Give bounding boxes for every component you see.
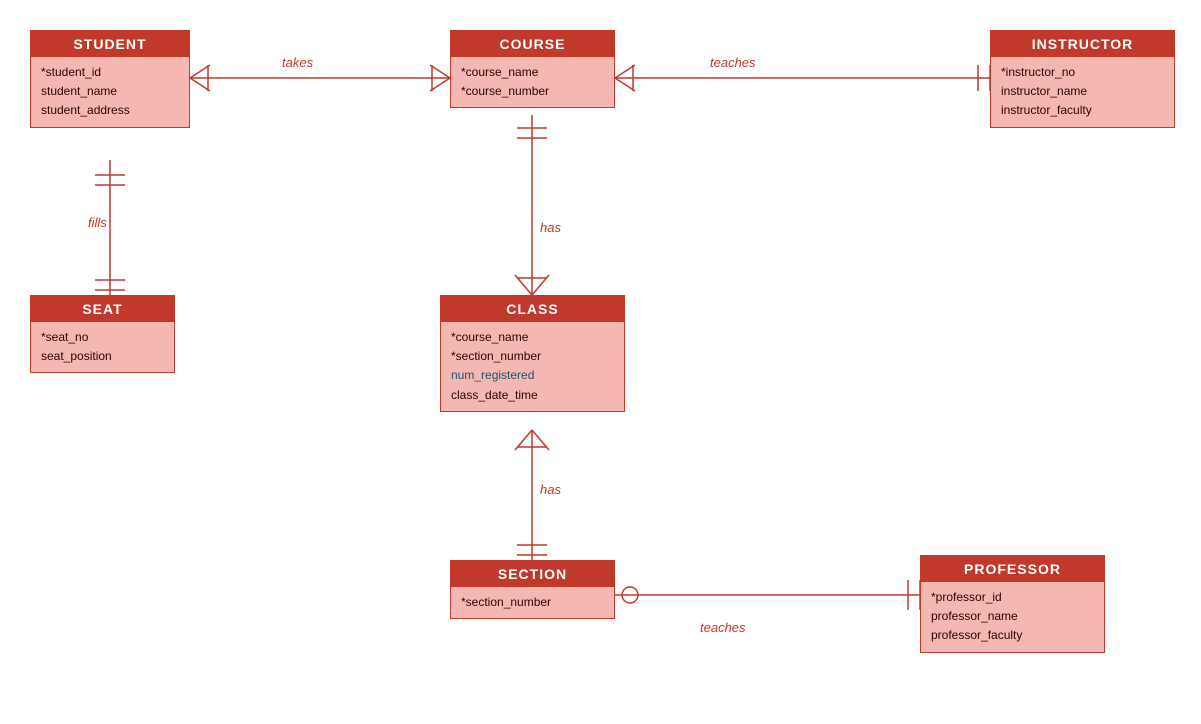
rel-teaches-instructor: teaches — [710, 55, 756, 70]
attr-professor-name: professor_name — [931, 607, 1094, 626]
attr-section-number: *section_number — [461, 593, 604, 612]
entity-class: CLASS *course_name *section_number num_r… — [440, 295, 625, 412]
attr-student-address: student_address — [41, 101, 179, 120]
attr-course-name: *course_name — [461, 63, 604, 82]
rel-has-class: has — [540, 220, 561, 235]
rel-fills: fills — [88, 215, 107, 230]
attr-course-number: *course_number — [461, 82, 604, 101]
entity-student-header: STUDENT — [31, 31, 189, 57]
attr-professor-faculty: professor_faculty — [931, 626, 1094, 645]
entity-course: COURSE *course_name *course_number — [450, 30, 615, 108]
attr-seat-no: *seat_no — [41, 328, 164, 347]
attr-professor-id: *professor_id — [931, 588, 1094, 607]
entity-instructor-body: *instructor_no instructor_name instructo… — [991, 57, 1174, 127]
entity-section: SECTION *section_number — [450, 560, 615, 619]
attr-seat-position: seat_position — [41, 347, 164, 366]
entity-section-body: *section_number — [451, 587, 614, 618]
entity-course-header: COURSE — [451, 31, 614, 57]
entity-seat: SEAT *seat_no seat_position — [30, 295, 175, 373]
attr-instructor-no: *instructor_no — [1001, 63, 1164, 82]
entity-professor: PROFESSOR *professor_id professor_name p… — [920, 555, 1105, 653]
er-diagram: STUDENT *student_id student_name student… — [0, 0, 1201, 724]
entity-seat-header: SEAT — [31, 296, 174, 322]
rel-takes: takes — [282, 55, 313, 70]
entity-class-body: *course_name *section_number num_registe… — [441, 322, 624, 411]
rel-teaches-professor: teaches — [700, 620, 746, 635]
entity-instructor-header: INSTRUCTOR — [991, 31, 1174, 57]
entity-professor-body: *professor_id professor_name professor_f… — [921, 582, 1104, 652]
attr-class-course-name: *course_name — [451, 328, 614, 347]
entity-student-body: *student_id student_name student_address — [31, 57, 189, 127]
attr-instructor-faculty: instructor_faculty — [1001, 101, 1164, 120]
attr-class-section-number: *section_number — [451, 347, 614, 366]
attr-instructor-name: instructor_name — [1001, 82, 1164, 101]
attr-student-name: student_name — [41, 82, 179, 101]
attr-class-num-registered: num_registered — [451, 366, 614, 385]
attr-student-id: *student_id — [41, 63, 179, 82]
attr-class-date-time: class_date_time — [451, 386, 614, 405]
entity-seat-body: *seat_no seat_position — [31, 322, 174, 372]
entity-course-body: *course_name *course_number — [451, 57, 614, 107]
entity-student: STUDENT *student_id student_name student… — [30, 30, 190, 128]
entity-professor-header: PROFESSOR — [921, 556, 1104, 582]
entity-section-header: SECTION — [451, 561, 614, 587]
entity-instructor: INSTRUCTOR *instructor_no instructor_nam… — [990, 30, 1175, 128]
rel-has-section: has — [540, 482, 561, 497]
entity-class-header: CLASS — [441, 296, 624, 322]
